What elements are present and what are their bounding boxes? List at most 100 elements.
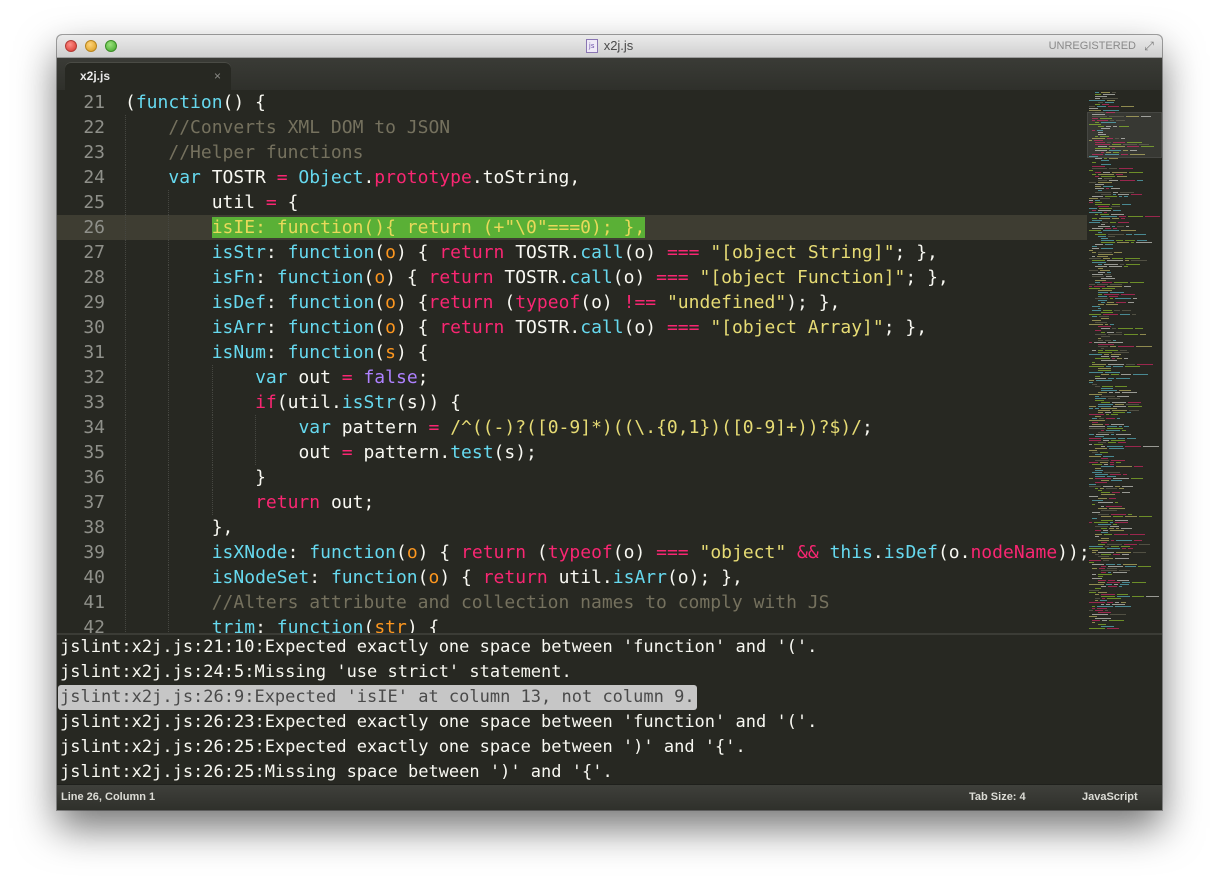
- minimap-line: [1098, 102, 1103, 103]
- code-line[interactable]: 22 //Converts XML DOM to JSON: [57, 115, 1087, 140]
- code-text[interactable]: isArr: function(o) { return TOSTR.call(o…: [212, 315, 927, 340]
- lint-message[interactable]: jslint:x2j.js:21:10:Expected exactly one…: [60, 635, 817, 660]
- minimap-line: [1127, 438, 1136, 439]
- line-number[interactable]: 25: [57, 190, 105, 215]
- code-line[interactable]: 27 isStr: function(o) { return TOSTR.call…: [57, 240, 1087, 265]
- line-number[interactable]: 40: [57, 565, 105, 590]
- line-number[interactable]: 37: [57, 490, 105, 515]
- minimap-line: [1089, 560, 1101, 561]
- code-line[interactable]: 25 util = {: [57, 190, 1087, 215]
- minimap-line: [1095, 610, 1103, 611]
- code-text[interactable]: trim: function(str) {: [212, 615, 440, 633]
- minimap-line: [1107, 332, 1114, 333]
- code-text[interactable]: (function() {: [125, 90, 266, 115]
- output-panel[interactable]: jslint:x2j.js:21:10:Expected exactly one…: [57, 635, 1162, 785]
- code-line[interactable]: 35 out = pattern.test(s);: [57, 440, 1087, 465]
- code-line[interactable]: 26 isIE: function(){ return (+"\0"===0); …: [57, 215, 1087, 240]
- line-number[interactable]: 42: [57, 615, 105, 633]
- minimap-line: [1117, 242, 1129, 243]
- line-number[interactable]: 28: [57, 265, 105, 290]
- code-line[interactable]: 23 //Helper functions: [57, 140, 1087, 165]
- code-line[interactable]: 24 var TOSTR = Object.prototype.toString,: [57, 165, 1087, 190]
- code-text[interactable]: //Alters attribute and collection names …: [212, 590, 830, 615]
- tab-close-icon[interactable]: ×: [214, 62, 221, 90]
- line-number[interactable]: 24: [57, 165, 105, 190]
- code-text[interactable]: isIE: function(){ return (+"\0"===0); },: [211, 215, 646, 240]
- line-number[interactable]: 38: [57, 515, 105, 540]
- line-number[interactable]: 33: [57, 390, 105, 415]
- code-text[interactable]: isNodeSet: function(o) { return util.isA…: [212, 565, 743, 590]
- code-line[interactable]: 31 isNum: function(s) {: [57, 340, 1087, 365]
- line-number[interactable]: 30: [57, 315, 105, 340]
- code-text[interactable]: util = {: [212, 190, 299, 215]
- minimap-line: [1108, 572, 1111, 573]
- lint-message[interactable]: jslint:x2j.js:26:23:Expected exactly one…: [60, 710, 817, 735]
- code-line[interactable]: 37 return out;: [57, 490, 1087, 515]
- line-number[interactable]: 31: [57, 340, 105, 365]
- code-text[interactable]: out = pattern.test(s);: [298, 440, 536, 465]
- code-line[interactable]: 29 isDef: function(o) {return (typeof(o) …: [57, 290, 1087, 315]
- code-line[interactable]: 21 (function() {: [57, 90, 1087, 115]
- code-text[interactable]: if(util.isStr(s)) {: [255, 390, 461, 415]
- code-line[interactable]: 42 trim: function(str) {: [57, 615, 1087, 633]
- line-number[interactable]: 34: [57, 415, 105, 440]
- code-line[interactable]: 30 isArr: function(o) { return TOSTR.call…: [57, 315, 1087, 340]
- minimap-line: [1095, 526, 1108, 527]
- minimap-line: [1095, 478, 1111, 479]
- line-number[interactable]: 29: [57, 290, 105, 315]
- minimap-line: [1089, 288, 1100, 289]
- code-line[interactable]: 39 isXNode: function(o) { return (typeof(…: [57, 540, 1087, 565]
- line-number[interactable]: 26: [57, 215, 105, 240]
- tab-size-selector[interactable]: Tab Size: 4: [969, 785, 1026, 810]
- lint-message[interactable]: jslint:x2j.js:26:25:Expected exactly one…: [60, 735, 746, 760]
- line-number[interactable]: 41: [57, 590, 105, 615]
- minimap-line: [1121, 106, 1134, 107]
- code-line[interactable]: 32 var out = false;: [57, 365, 1087, 390]
- code-text[interactable]: isNum: function(s) {: [212, 340, 429, 365]
- code-line[interactable]: 28 isFn: function(o) { return TOSTR.call(…: [57, 265, 1087, 290]
- code-text[interactable]: isXNode: function(o) { return (typeof(o)…: [212, 540, 1087, 565]
- code-line[interactable]: 34 var pattern = /^((-)?([0-9]*)((\.{0,1}…: [57, 415, 1087, 440]
- minimap-viewport[interactable]: [1087, 112, 1162, 158]
- line-number[interactable]: 36: [57, 465, 105, 490]
- code-text[interactable]: var out = false;: [255, 365, 428, 390]
- code-line[interactable]: 38},: [57, 515, 1087, 540]
- code-text[interactable]: isDef: function(o) {return (typeof(o) !=…: [212, 290, 841, 315]
- code-text[interactable]: }: [255, 465, 266, 490]
- indent-guide: [125, 490, 126, 515]
- line-number[interactable]: 32: [57, 365, 105, 390]
- lint-message[interactable]: jslint:x2j.js:26:9:Expected 'isIE' at co…: [58, 685, 697, 710]
- code-text[interactable]: },: [212, 515, 234, 540]
- line-number[interactable]: 35: [57, 440, 105, 465]
- line-number[interactable]: 23: [57, 140, 105, 165]
- code-text[interactable]: //Converts XML DOM to JSON: [168, 115, 450, 140]
- code-text[interactable]: var TOSTR = Object.prototype.toString,: [168, 165, 580, 190]
- fullscreen-icon[interactable]: ⤢: [1142, 39, 1156, 53]
- code-text[interactable]: isStr: function(o) { return TOSTR.call(o…: [212, 240, 938, 265]
- minimap-line: [1108, 398, 1120, 399]
- tab-x2j-js[interactable]: x2j.js ×: [65, 62, 231, 90]
- minimap-line: [1124, 544, 1137, 545]
- code-text[interactable]: //Helper functions: [168, 140, 363, 165]
- syntax-selector[interactable]: JavaScript: [1082, 785, 1138, 810]
- minimap-line: [1128, 402, 1141, 403]
- code-line[interactable]: 40 isNodeSet: function(o) { return util.i…: [57, 565, 1087, 590]
- code-editor[interactable]: 21 (function() { 22 //Converts XML DOM to J…: [57, 90, 1087, 633]
- minimap-line: [1109, 168, 1117, 169]
- line-number[interactable]: 21: [57, 90, 105, 115]
- line-number[interactable]: 27: [57, 240, 105, 265]
- code-text[interactable]: var pattern = /^((-)?([0-9]*)((\.{0,1})(…: [298, 415, 872, 440]
- code-text[interactable]: return out;: [255, 490, 374, 515]
- code-line[interactable]: 41 //Alters attribute and collection name…: [57, 590, 1087, 615]
- code-line[interactable]: 36}: [57, 465, 1087, 490]
- line-number[interactable]: 39: [57, 540, 105, 565]
- minimap-line: [1095, 172, 1101, 173]
- minimap-line: [1098, 508, 1107, 509]
- minimap-line: [1089, 434, 1094, 435]
- code-text[interactable]: isFn: function(o) { return TOSTR.call(o)…: [212, 265, 949, 290]
- line-number[interactable]: 22: [57, 115, 105, 140]
- minimap[interactable]: [1087, 90, 1162, 633]
- lint-message[interactable]: jslint:x2j.js:26:25:Missing space betwee…: [60, 760, 613, 785]
- code-line[interactable]: 33 if(util.isStr(s)) {: [57, 390, 1087, 415]
- lint-message[interactable]: jslint:x2j.js:24:5:Missing 'use strict' …: [60, 660, 572, 685]
